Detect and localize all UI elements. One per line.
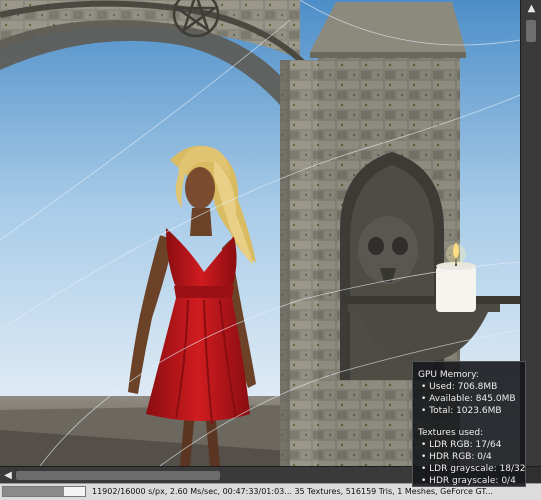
texture-hdr-rgb: • HDR RGB: 0/4 — [421, 452, 492, 462]
render-progress-bar — [2, 486, 86, 497]
memory-used: • Used: 706.8MB — [421, 382, 498, 392]
texture-ldr-grayscale: • LDR grayscale: 18/32 — [421, 464, 526, 474]
scrollbar-thumb[interactable] — [16, 471, 220, 480]
textures-used-title: Textures used: — [418, 428, 484, 438]
memory-available: • Available: 845.0MB — [421, 394, 516, 404]
texture-hdr-grayscale: • HDR grayscale: 0/4 — [421, 476, 516, 486]
render-status-text: 11902/16000 s/px, 2.60 Ms/sec, 00:47:33/… — [92, 487, 493, 496]
memory-total: • Total: 1023.6MB — [421, 406, 502, 416]
render-progress-fill — [3, 487, 64, 496]
texture-ldr-rgb: • LDR RGB: 17/64 — [421, 440, 502, 450]
scrollbar-track[interactable] — [526, 18, 536, 458]
gpu-memory-title: GPU Memory: — [418, 370, 479, 380]
triangle-left-icon[interactable]: ◀ — [2, 467, 14, 484]
scrollbar-thumb[interactable] — [526, 20, 536, 42]
triangle-up-icon[interactable]: ▲ — [521, 0, 541, 18]
gpu-memory-panel: GPU Memory: • Used: 706.8MB • Available:… — [412, 361, 526, 487]
